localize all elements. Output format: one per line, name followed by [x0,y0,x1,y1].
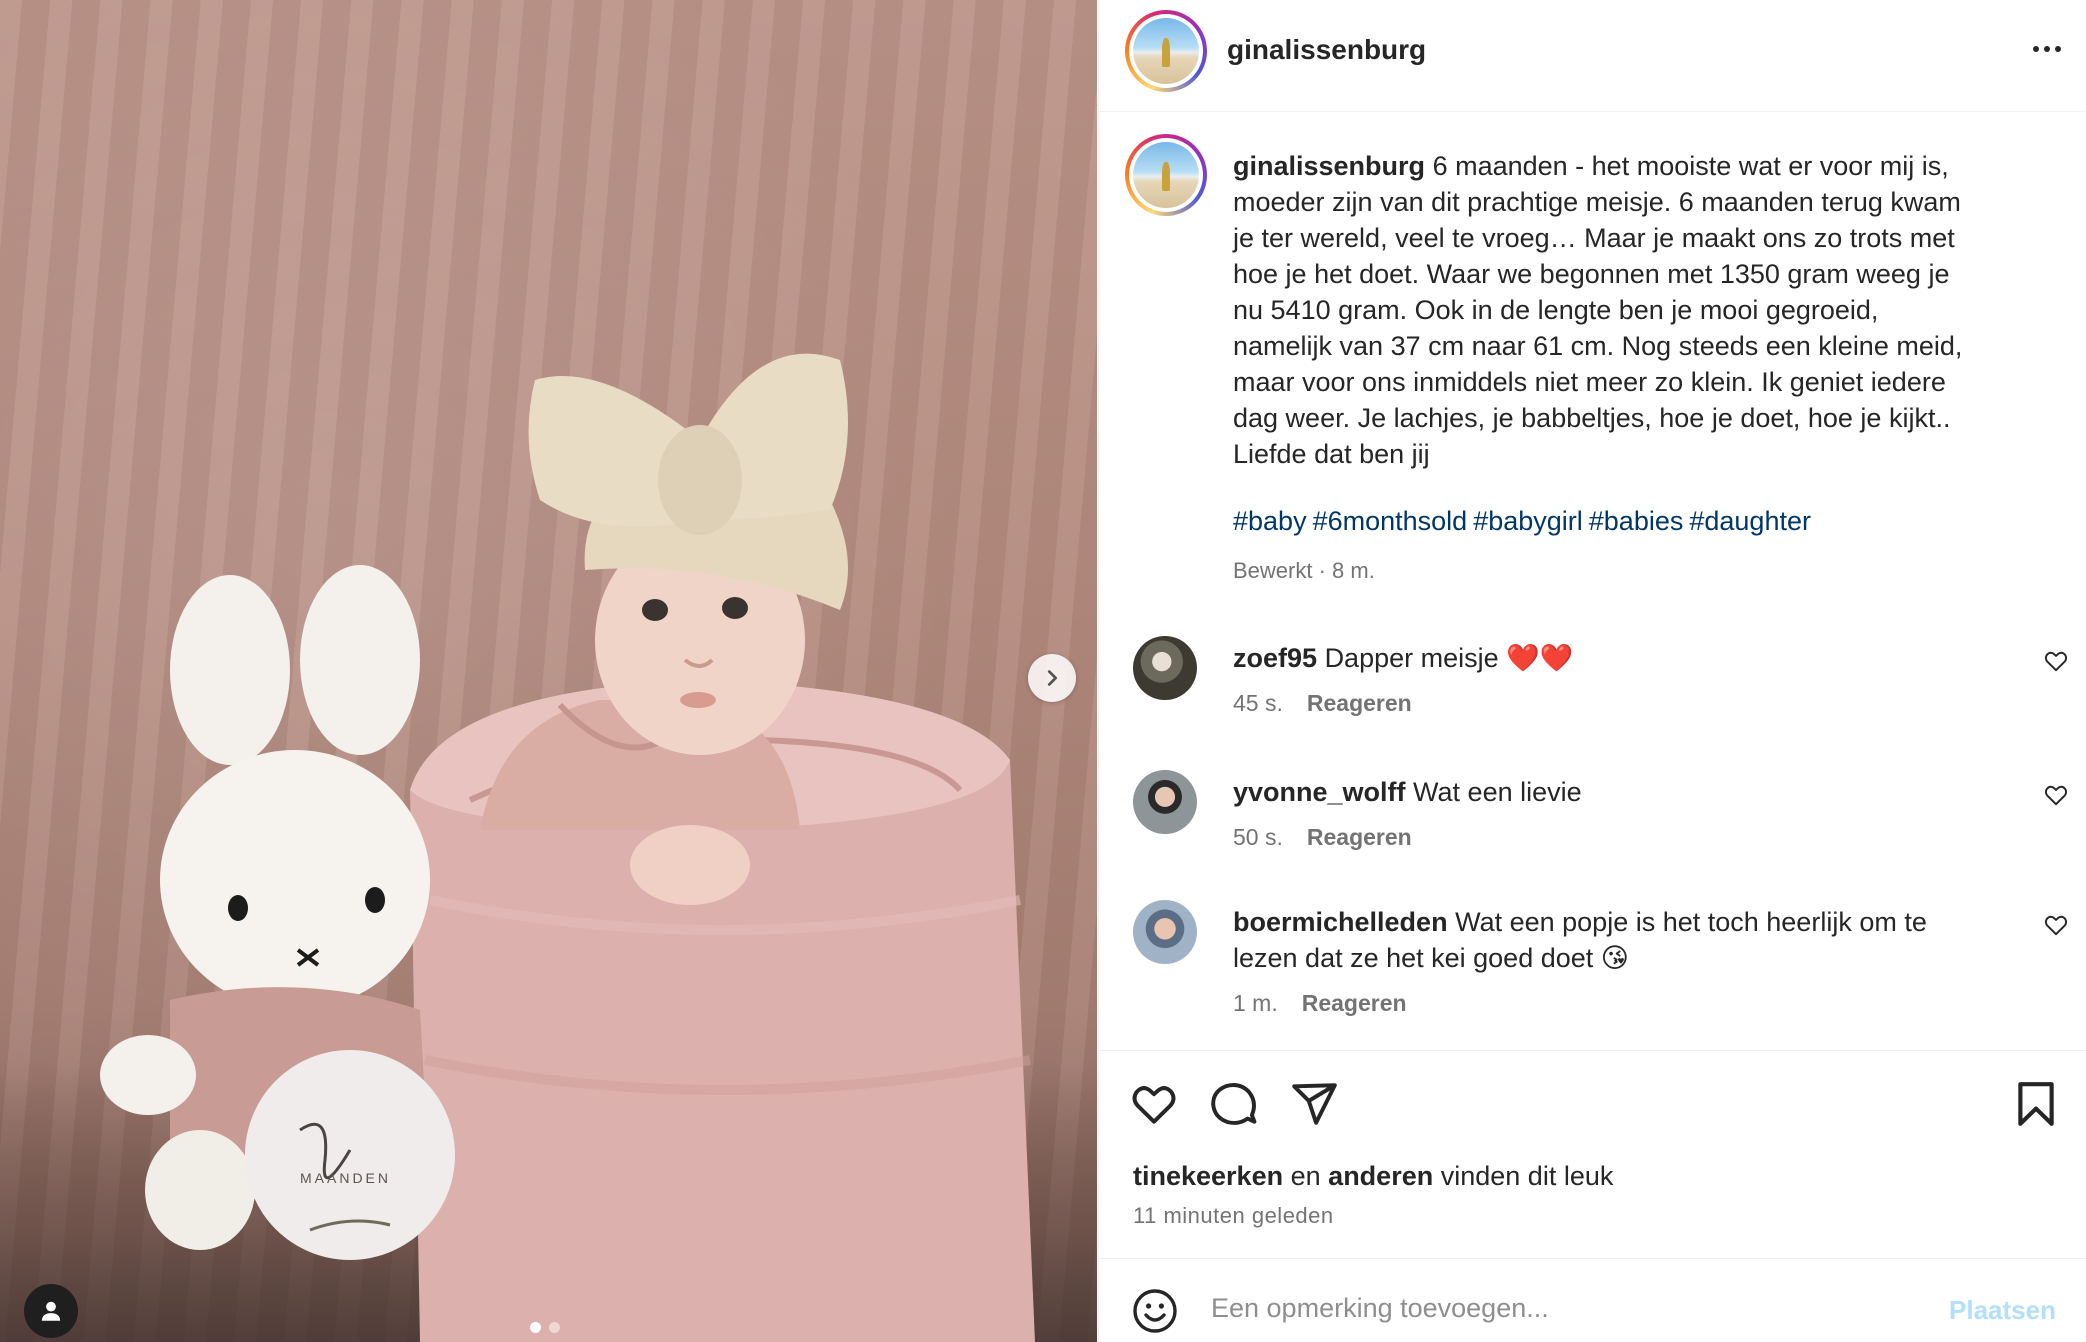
hashtag-link[interactable]: #6monthsold [1313,506,1468,536]
comment-meta: 50 s. Reageren [1233,824,1412,851]
more-options-button[interactable] [2025,34,2069,64]
post-header: ginalissenburg [1099,0,2086,112]
comment-meta: 45 s. Reageren [1233,690,1412,717]
reply-button[interactable]: Reageren [1302,990,1407,1017]
reply-button[interactable]: Reageren [1307,690,1412,717]
likes-others-link[interactable]: anderen [1328,1161,1433,1191]
comment-time: 50 s. [1233,824,1283,850]
commenter-avatar[interactable] [1133,636,1197,700]
likes-suffix: vinden dit leuk [1440,1161,1614,1191]
heart-icon[interactable] [1129,1079,1179,1129]
caption-meta: Bewerkt · 8 m. [1233,558,1375,583]
bookmark-icon[interactable] [2011,1079,2061,1129]
milestone-card-label: MAANDEN [300,1170,392,1186]
caption-author-avatar[interactable] [1125,134,1207,216]
comment-time: 45 s. [1233,690,1283,716]
photo-scene [100,353,1035,1342]
post-side-panel: ginalissenburg ginalissenburg 6 maanden … [1098,0,2086,1342]
liker-username[interactable]: tinekeerken [1133,1161,1283,1191]
more-horizontal-icon [2033,46,2039,52]
commenter-avatar[interactable] [1133,900,1197,964]
comment-text: boermichelleden Wat een popje is het toc… [1233,904,1993,976]
reply-button[interactable]: Reageren [1307,824,1412,851]
comment-text: zoef95 Dapper meisje ❤️❤️ [1233,640,1993,676]
commenter-username[interactable]: boermichelleden [1233,907,1448,937]
caption-username[interactable]: ginalissenburg [1233,151,1425,181]
author-avatar[interactable] [1125,10,1207,92]
commenter-avatar[interactable] [1133,770,1197,834]
comment-time: 1 m. [1233,990,1278,1016]
comment-bubble-icon[interactable] [1209,1079,1259,1129]
post-photo[interactable]: MAANDEN [0,0,1097,1342]
comment-body: Wat een lievie [1413,777,1582,807]
tagged-users-button[interactable] [24,1284,78,1338]
hashtag-list: #baby #6monthsold #babygirl #babies #daughte… [1233,506,1817,537]
emoji-smile-icon[interactable] [1131,1287,1179,1335]
hashtag-link[interactable]: #babygirl [1473,506,1583,536]
carousel-indicator [530,1322,560,1333]
post-comment-button[interactable]: Plaatsen [1949,1295,2056,1326]
caption-text: ginalissenburg 6 maanden - het mooiste w… [1233,148,2033,472]
user-tag-icon [41,1301,61,1321]
comment-text: yvonne_wolff Wat een lievie [1233,774,1993,810]
likes-connector: en [1290,1161,1321,1191]
add-comment-bar: Plaatsen [1099,1258,2086,1342]
carousel-dot-2 [549,1322,560,1333]
commenter-username[interactable]: zoef95 [1233,643,1317,673]
comment-body: Dapper meisje ❤️❤️ [1324,643,1574,673]
hashtag-link[interactable]: #babies [1589,506,1684,536]
carousel-dot-1 [530,1322,541,1333]
comment-like-heart-icon[interactable] [2043,648,2069,674]
likes-summary: tinekeerken en anderen vinden dit leuk [1133,1161,1613,1192]
hashtag-link[interactable]: #baby [1233,506,1307,536]
comment-input[interactable] [1211,1283,1831,1333]
author-username[interactable]: ginalissenburg [1227,34,1426,66]
chevron-right-icon [1047,670,1058,686]
hashtag-link[interactable]: #daughter [1689,506,1811,536]
post-timestamp[interactable]: 11 minuten geleden [1133,1203,1334,1229]
commenter-username[interactable]: yvonne_wolff [1233,777,1406,807]
caption-body: 6 maanden - het mooiste wat er voor mij … [1233,151,1963,469]
carousel-next-button[interactable] [1028,654,1076,702]
paper-plane-icon[interactable] [1289,1079,1339,1129]
comment-like-heart-icon[interactable] [2043,912,2069,938]
comment-like-heart-icon[interactable] [2043,782,2069,808]
comment-meta: 1 m. Reageren [1233,990,1407,1017]
